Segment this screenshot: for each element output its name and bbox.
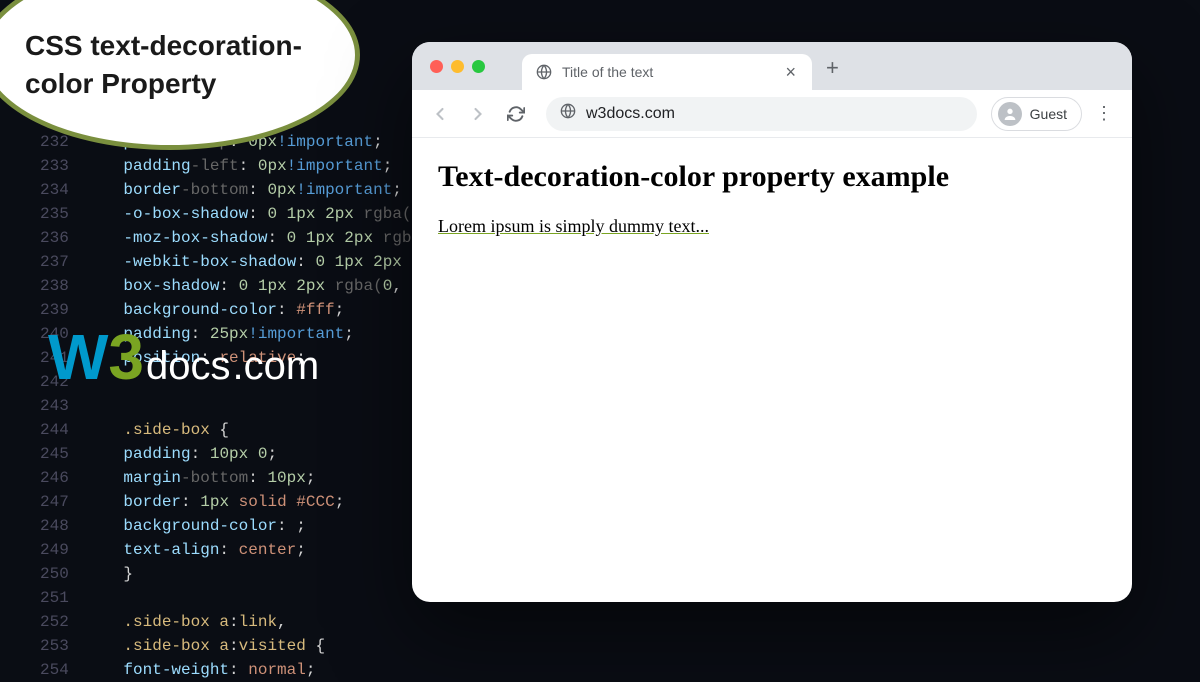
back-button[interactable] — [424, 98, 456, 130]
browser-toolbar: w3docs.com Guest ⋮ — [412, 90, 1132, 138]
browser-tab[interactable]: Title of the text × — [522, 54, 812, 90]
page-viewport: Text-decoration-color property example L… — [412, 138, 1132, 259]
browser-window: Title of the text × + w3docs.com — [412, 42, 1132, 602]
bubble-title: CSS text-decoration-color Property — [25, 27, 325, 103]
page-heading: Text-decoration-color property example — [438, 160, 1106, 194]
logo-dotcom: .com — [233, 344, 320, 389]
new-tab-button[interactable]: + — [826, 55, 839, 85]
forward-button[interactable] — [462, 98, 494, 130]
window-maximize-button[interactable] — [472, 60, 485, 73]
url-text: w3docs.com — [586, 105, 675, 123]
logo-docs: docs — [146, 344, 231, 389]
window-minimize-button[interactable] — [451, 60, 464, 73]
tab-bar: Title of the text × + — [412, 42, 1132, 90]
logo-w: W — [48, 320, 106, 394]
page-paragraph: Lorem ipsum is simply dummy text... — [438, 216, 709, 237]
tab-title: Title of the text — [562, 64, 773, 80]
profile-button[interactable]: Guest — [991, 97, 1082, 131]
speech-bubble: CSS text-decoration-color Property — [0, 0, 360, 150]
address-bar[interactable]: w3docs.com — [546, 97, 977, 131]
globe-icon — [536, 64, 552, 80]
avatar-icon — [998, 102, 1022, 126]
traffic-lights — [430, 60, 485, 73]
profile-label: Guest — [1030, 106, 1067, 122]
menu-button[interactable]: ⋮ — [1088, 98, 1120, 130]
window-close-button[interactable] — [430, 60, 443, 73]
reload-button[interactable] — [500, 98, 532, 130]
tab-close-button[interactable]: × — [783, 62, 798, 83]
logo-3: 3 — [108, 320, 144, 394]
globe-icon — [560, 103, 576, 124]
w3docs-logo: W 3 docs .com — [48, 320, 319, 394]
